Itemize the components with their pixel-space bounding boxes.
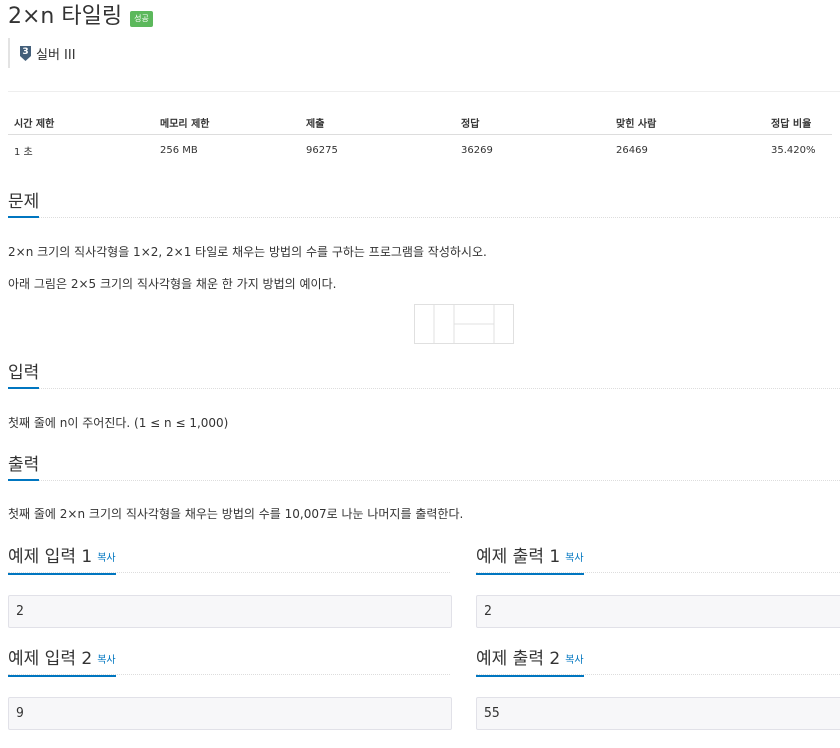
output-section-header: 출력 [8,454,840,481]
sample-output-2-title: 예제 출력 2 복사 [476,648,584,677]
problem-page: 2×n 타일링 성공 3 실버 III 시간 제한 메모리 제한 제출 정답 맞… [0,0,840,748]
description-paragraph-2: 아래 그림은 2×5 크기의 직사각형을 채운 한 가지 방법의 예이다. [8,277,337,291]
input-title: 입력 [8,362,40,389]
description-title: 문제 [8,191,40,218]
description-section-header: 문제 [8,191,840,218]
sample-output-2-box[interactable]: 55 [476,697,840,730]
description-paragraph-1: 2×n 크기의 직사각형을 1×2, 2×1 타일로 채우는 방법의 수를 구하… [8,245,487,259]
stats-header-accepted: 정답 [455,110,610,135]
problem-stats-table: 시간 제한 메모리 제한 제출 정답 맞힌 사람 정답 비율 1 초 256 M… [8,110,832,164]
tiling-example-image [414,304,514,344]
input-description: 첫째 줄에 n이 주어진다. (1 ≤ n ≤ 1,000) [8,416,229,430]
sample-output-2-title-text: 예제 출력 2 [476,649,561,669]
stats-value-accepted: 36269 [461,144,493,156]
stats-value-row: 1 초 256 MB 96275 36269 26469 35.420% [8,135,832,165]
title-row: 2×n 타일링 성공 [8,2,153,32]
sample-input-1-header: 예제 입력 1 복사 [8,546,450,575]
sample-output-2-header: 예제 출력 2 복사 [476,648,840,677]
stats-value-accept-ratio: 35.420% [771,144,816,156]
sample-output-1-title: 예제 출력 1 복사 [476,546,584,575]
input-section-header: 입력 [8,362,840,389]
sample-input-2-title-text: 예제 입력 2 [8,649,93,669]
copy-sample-input-1-link[interactable]: 복사 [97,553,115,564]
sample-input-1-title: 예제 입력 1 복사 [8,546,116,575]
divider [8,91,840,92]
sample-output-1-title-text: 예제 출력 1 [476,547,561,567]
sample-input-2-header: 예제 입력 2 복사 [8,648,450,677]
result-badge: 성공 [130,11,153,27]
stats-value-memory-limit: 256 MB [160,144,198,156]
stats-header-submissions: 제출 [300,110,455,135]
sample-input-1-title-text: 예제 입력 1 [8,547,93,567]
stats-value-submissions: 96275 [306,144,338,156]
tier-label[interactable]: 실버 III [36,44,76,63]
copy-sample-output-2-link[interactable]: 복사 [565,655,583,666]
output-title: 출력 [8,454,40,481]
stats-header-row: 시간 제한 메모리 제한 제출 정답 맞힌 사람 정답 비율 [8,110,832,135]
stats-header-accept-ratio: 정답 비율 [765,110,832,135]
sample-input-2-box[interactable]: 9 [8,697,452,730]
copy-sample-output-1-link[interactable]: 복사 [565,553,583,564]
sample-input-2-title: 예제 입력 2 복사 [8,648,116,677]
stats-header-time-limit: 시간 제한 [8,110,154,135]
stats-value-solved-users: 26469 [616,144,648,156]
tier-number: 3 [22,46,29,57]
stats-header-memory-limit: 메모리 제한 [154,110,300,135]
problem-title: 2×n 타일링 [8,4,123,29]
sample-output-1-header: 예제 출력 1 복사 [476,546,840,575]
copy-sample-input-2-link[interactable]: 복사 [97,655,115,666]
sample-input-1-box[interactable]: 2 [8,595,452,628]
tier-row: 3 실버 III [8,38,76,68]
tier-shield-icon[interactable]: 3 [20,45,31,61]
output-description: 첫째 줄에 2×n 크기의 직사각형을 채우는 방법의 수를 10,007로 나… [8,507,464,521]
sample-output-1-box[interactable]: 2 [476,595,840,628]
stats-value-time-limit: 1 초 [14,146,33,158]
stats-header-solved-users: 맞힌 사람 [610,110,765,135]
